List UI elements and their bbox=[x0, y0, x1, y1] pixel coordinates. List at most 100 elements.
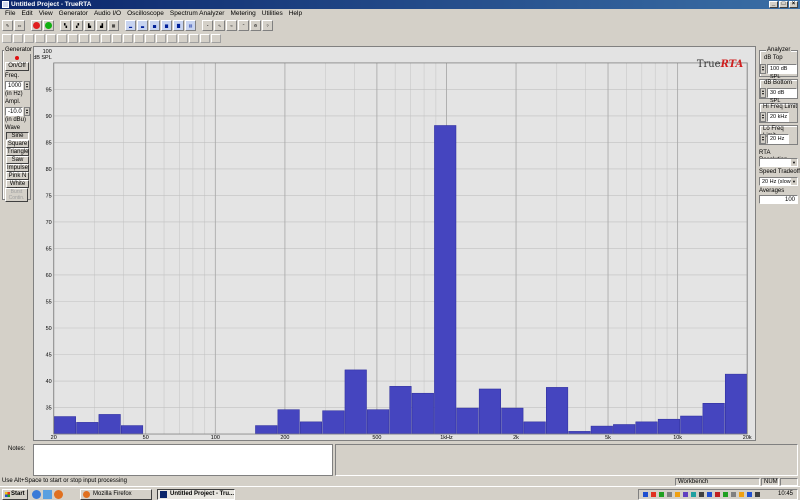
menu-utilities[interactable]: Utilities bbox=[259, 10, 286, 17]
ie-icon[interactable] bbox=[32, 490, 41, 499]
notes-textarea[interactable] bbox=[33, 444, 333, 476]
hi-freq-input[interactable]: 20 kHz bbox=[767, 112, 789, 122]
tray-icon-7[interactable] bbox=[691, 492, 696, 497]
options-icon[interactable]: ⚙ bbox=[250, 19, 261, 31]
firefox-quicklaunch-icon[interactable] bbox=[54, 490, 63, 499]
wave-impulse-button[interactable]: Impulse bbox=[6, 164, 29, 172]
wave-pink-noise-button[interactable]: Pink N bbox=[6, 172, 29, 180]
stop-icon[interactable] bbox=[31, 19, 42, 31]
memory-14-button[interactable] bbox=[145, 33, 155, 43]
new-icon[interactable]: ✎ bbox=[2, 19, 13, 31]
burst-button[interactable]: Burst Contin. bbox=[5, 188, 28, 202]
tray-icon-15[interactable] bbox=[755, 492, 760, 497]
grid-icon[interactable]: ▦ bbox=[108, 19, 119, 31]
scope-dual-icon[interactable]: ▞ bbox=[72, 19, 83, 31]
memory-10-button[interactable] bbox=[101, 33, 111, 43]
db-bottom-spinner[interactable]: ▴ ▾ bbox=[760, 88, 766, 98]
menu-generator[interactable]: Generator bbox=[56, 10, 91, 17]
lo-freq-spinner[interactable]: ▴ ▾ bbox=[760, 134, 766, 144]
rta-1-1-icon[interactable]: ▂ bbox=[125, 19, 136, 31]
meter-icon[interactable]: ◔ bbox=[202, 19, 213, 31]
go-icon[interactable] bbox=[43, 19, 54, 31]
close-button[interactable]: × bbox=[789, 1, 798, 8]
memory-3-button[interactable] bbox=[24, 33, 34, 43]
memory-20-button[interactable] bbox=[211, 33, 221, 43]
peak-icon[interactable]: ⌃ bbox=[238, 19, 249, 31]
generator-onoff-button[interactable]: On/Off bbox=[5, 62, 29, 71]
menu-edit[interactable]: Edit bbox=[18, 10, 35, 17]
rta-1-12-icon[interactable]: ▆ bbox=[161, 19, 172, 31]
tray-icon-2[interactable] bbox=[651, 492, 656, 497]
start-button[interactable]: Start bbox=[2, 489, 28, 500]
db-bottom-input[interactable]: 30 dB SPL bbox=[767, 88, 797, 104]
tray-icon-14[interactable] bbox=[747, 492, 752, 497]
memory-18-button[interactable] bbox=[189, 33, 199, 43]
minimize-button[interactable]: _ bbox=[769, 1, 778, 8]
scope-left-icon[interactable]: ▙ bbox=[84, 19, 95, 31]
tray-icon-8[interactable] bbox=[699, 492, 704, 497]
tray-icon-5[interactable] bbox=[675, 492, 680, 497]
wave-triangle-button[interactable]: Triangle bbox=[6, 148, 29, 156]
memory-8-button[interactable] bbox=[79, 33, 89, 43]
db-top-input[interactable]: 100 dB SPL bbox=[767, 64, 797, 80]
wave-white-noise-button[interactable]: White N bbox=[6, 180, 29, 194]
rta-1-24-icon[interactable]: ▇ bbox=[173, 19, 184, 31]
freq-spinner[interactable]: ▴ ▾ bbox=[24, 81, 30, 90]
desktop-icon[interactable] bbox=[43, 490, 52, 499]
memory-2-button[interactable] bbox=[13, 33, 23, 43]
menu-spectrum-analyzer[interactable]: Spectrum Analyzer bbox=[167, 10, 228, 17]
rta-1-6-icon[interactable]: ▅ bbox=[149, 19, 160, 31]
ampl-input[interactable]: -10.0 bbox=[5, 107, 23, 116]
scope-single-icon[interactable]: ▚ bbox=[60, 19, 71, 31]
task-firefox[interactable]: Mozilla Firefox bbox=[80, 489, 152, 500]
task-truerta[interactable]: Untitled Project - Tru... bbox=[157, 489, 235, 500]
tray-icon-1[interactable] bbox=[643, 492, 648, 497]
lo-freq-input[interactable]: 20 Hz bbox=[767, 134, 789, 144]
menu-help[interactable]: Help bbox=[286, 10, 305, 17]
menu-view[interactable]: View bbox=[36, 10, 56, 17]
memory-17-button[interactable] bbox=[178, 33, 188, 43]
open-icon[interactable]: ▭ bbox=[14, 19, 25, 31]
memory-13-button[interactable] bbox=[134, 33, 144, 43]
rta-1-3-icon[interactable]: ▃ bbox=[137, 19, 148, 31]
memory-7-button[interactable] bbox=[68, 33, 78, 43]
memory-4-button[interactable] bbox=[35, 33, 45, 43]
tray-icon-3[interactable] bbox=[659, 492, 664, 497]
average-icon[interactable]: ≈ bbox=[226, 19, 237, 31]
tray-icon-11[interactable] bbox=[723, 492, 728, 497]
memory-15-button[interactable] bbox=[156, 33, 166, 43]
menu-oscilloscope[interactable]: Oscilloscope bbox=[124, 10, 167, 17]
spl-icon[interactable]: ▤ bbox=[185, 19, 196, 31]
speed-tradeoff-chevron-down-icon[interactable]: ▼ bbox=[791, 178, 797, 185]
maximize-button[interactable]: □ bbox=[779, 1, 788, 8]
menu-audio-io[interactable]: Audio I/O bbox=[91, 10, 124, 17]
memory-12-button[interactable] bbox=[123, 33, 133, 43]
tray-icon-4[interactable] bbox=[667, 492, 672, 497]
memory-16-button[interactable] bbox=[167, 33, 177, 43]
memory-6-button[interactable] bbox=[57, 33, 67, 43]
tray-icon-10[interactable] bbox=[715, 492, 720, 497]
trace-icon[interactable]: ∿ bbox=[214, 19, 225, 31]
wave-sine-button[interactable]: Sine bbox=[6, 132, 29, 140]
memory-1-button[interactable] bbox=[2, 33, 12, 43]
rta-resolution-chevron-down-icon[interactable]: ▼ bbox=[791, 159, 797, 166]
menu-file[interactable]: File bbox=[2, 10, 18, 17]
memory-11-button[interactable] bbox=[112, 33, 122, 43]
wave-square-button[interactable]: Square bbox=[6, 140, 29, 148]
tray-icon-12[interactable] bbox=[731, 492, 736, 497]
tray-icon-9[interactable] bbox=[707, 492, 712, 497]
memory-5-button[interactable] bbox=[46, 33, 56, 43]
tray-icon-6[interactable] bbox=[683, 492, 688, 497]
averages-input[interactable]: 100 bbox=[759, 195, 798, 204]
wave-saw-button[interactable]: Saw bbox=[6, 156, 29, 164]
hi-freq-spinner[interactable]: ▴ ▾ bbox=[760, 112, 766, 122]
scope-right-icon[interactable]: ▟ bbox=[96, 19, 107, 31]
tray-icon-13[interactable] bbox=[739, 492, 744, 497]
memory-9-button[interactable] bbox=[90, 33, 100, 43]
db-top-spinner[interactable]: ▴ ▾ bbox=[760, 64, 766, 74]
menu-metering[interactable]: Metering bbox=[227, 10, 258, 17]
freq-input[interactable]: 1000 bbox=[5, 81, 23, 90]
memory-19-button[interactable] bbox=[200, 33, 210, 43]
help-icon[interactable]: ? bbox=[262, 19, 273, 31]
ampl-spinner[interactable]: ▴ ▾ bbox=[24, 107, 30, 116]
